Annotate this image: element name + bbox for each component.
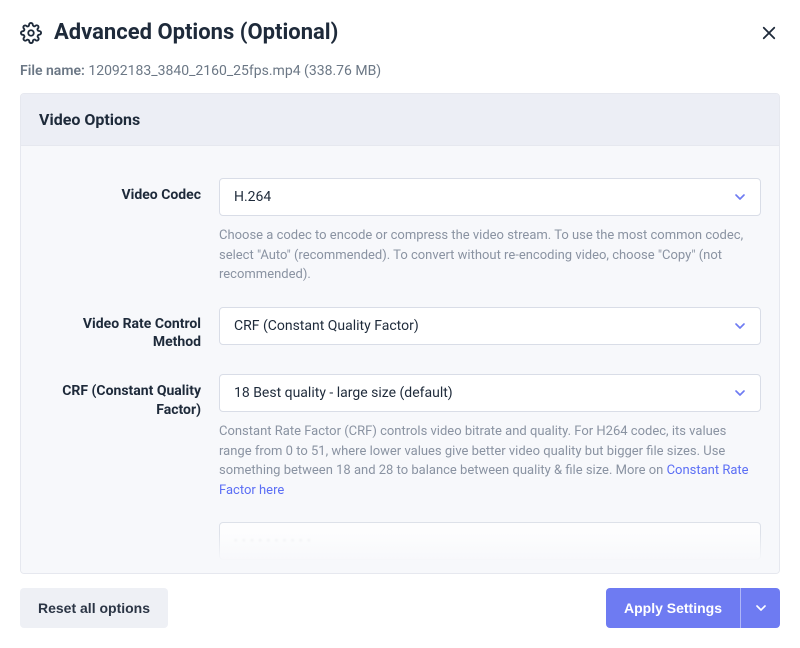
- video-codec-value: H.264: [234, 189, 271, 205]
- crf-select[interactable]: 18 Best quality - large size (default): [219, 374, 761, 412]
- rate-control-value: CRF (Constant Quality Factor): [234, 318, 419, 334]
- crf-value: 18 Best quality - large size (default): [234, 385, 453, 401]
- section-title: Video Options: [21, 94, 779, 146]
- options-panel: Video Options Video Codec H.264 Choose a…: [20, 93, 780, 574]
- field-video-codec: Video Codec H.264 Choose a codec to enco…: [39, 156, 761, 285]
- crf-label: CRF (Constant Quality Factor): [39, 374, 219, 420]
- apply-dropdown-toggle[interactable]: [740, 588, 780, 628]
- crf-help: Constant Rate Factor (CRF) controls vide…: [219, 422, 761, 500]
- video-codec-label: Video Codec: [39, 178, 219, 205]
- next-select-partial[interactable]: · · · · · · · · · ·: [219, 522, 761, 560]
- field-rate-control: Video Rate Control Method CRF (Constant …: [39, 285, 761, 353]
- page-title: Advanced Options (Optional): [54, 20, 746, 45]
- gear-icon: [20, 22, 42, 44]
- field-next-partial: · · · · · · · · · ·: [39, 500, 761, 560]
- file-name-label: File name:: [20, 63, 85, 79]
- chevron-down-icon: [732, 189, 748, 205]
- rate-control-label: Video Rate Control Method: [39, 307, 219, 353]
- video-codec-select[interactable]: H.264: [219, 178, 761, 216]
- crf-help-text: Constant Rate Factor (CRF) controls vide…: [219, 424, 726, 478]
- file-size: (338.76 MB): [304, 63, 381, 79]
- rate-control-select[interactable]: CRF (Constant Quality Factor): [219, 307, 761, 345]
- file-name-value: 12092183_3840_2160_25fps.mp4: [88, 63, 300, 79]
- chevron-down-icon: [732, 385, 748, 401]
- file-info: File name: 12092183_3840_2160_25fps.mp4 …: [20, 63, 780, 93]
- field-crf: CRF (Constant Quality Factor) 18 Best qu…: [39, 352, 761, 500]
- video-codec-help: Choose a codec to encode or compress the…: [219, 226, 761, 285]
- close-button[interactable]: [758, 22, 780, 44]
- apply-button[interactable]: Apply Settings: [606, 588, 740, 628]
- chevron-down-icon: [732, 318, 748, 334]
- reset-button[interactable]: Reset all options: [20, 588, 168, 628]
